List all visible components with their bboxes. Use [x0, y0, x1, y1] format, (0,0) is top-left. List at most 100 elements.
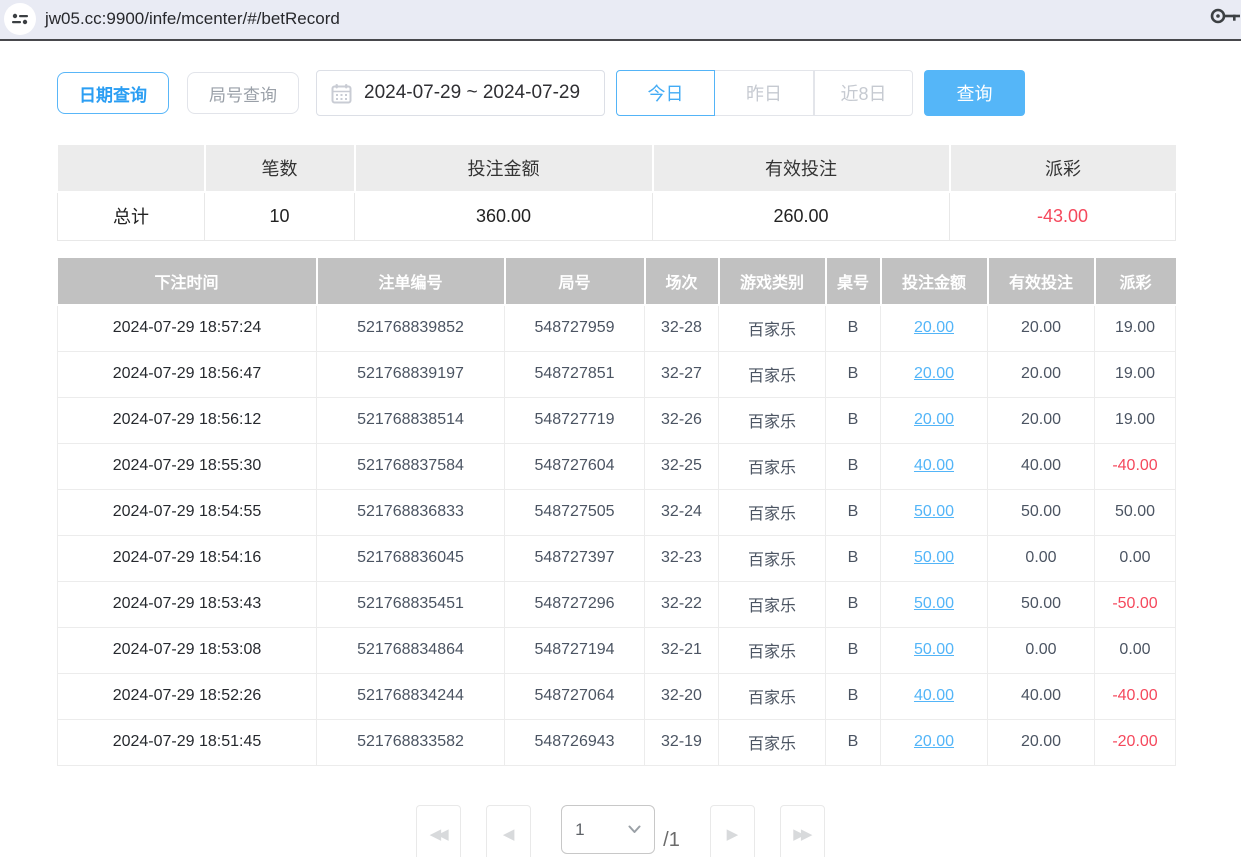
cell-payout: -50.00	[1095, 581, 1176, 627]
cell-valid-bet: 40.00	[988, 443, 1095, 489]
cell-session: 32-26	[645, 397, 719, 443]
cell-game-type: 百家乐	[719, 627, 826, 673]
cell-round-no: 548727851	[505, 351, 645, 397]
tune-icon[interactable]	[4, 3, 36, 35]
url-text[interactable]: jw05.cc:9900/infe/mcenter/#/betRecord	[45, 9, 1209, 29]
cell-bet-time: 2024-07-29 18:56:47	[58, 351, 317, 397]
cell-game-type: 百家乐	[719, 673, 826, 719]
summary-table: 笔数 投注金额 有效投注 派彩 总计 10 360.00 260.00 -43.…	[57, 145, 1176, 241]
left-arrow-icon: ◀	[503, 825, 515, 843]
cell-valid-bet: 20.00	[988, 397, 1095, 443]
bet-amount-link[interactable]: 20.00	[914, 411, 954, 428]
bet-table-row: 2024-07-29 18:52:26 521768834244 5487270…	[58, 673, 1176, 719]
cell-table-no: B	[826, 351, 881, 397]
bet-table-row: 2024-07-29 18:51:45 521768833582 5487269…	[58, 719, 1176, 765]
cell-bet-time: 2024-07-29 18:54:55	[58, 489, 317, 535]
date-range-value: 2024-07-29 ~ 2024-07-29	[364, 82, 580, 104]
right-arrow-icon: ▶	[727, 825, 739, 843]
date-range-input[interactable]: 2024-07-29 ~ 2024-07-29	[316, 70, 605, 116]
key-icon[interactable]	[1209, 6, 1241, 31]
cell-game-type: 百家乐	[719, 581, 826, 627]
cell-valid-bet: 20.00	[988, 305, 1095, 351]
summary-total-label: 总计	[58, 192, 205, 240]
bet-amount-link[interactable]: 20.00	[914, 733, 954, 750]
cell-session: 32-28	[645, 305, 719, 351]
cell-payout: -20.00	[1095, 719, 1176, 765]
bet-amount-link[interactable]: 20.00	[914, 319, 954, 336]
summary-header-bet-amount: 投注金额	[355, 145, 653, 192]
bet-amount-link[interactable]: 50.00	[914, 641, 954, 658]
cell-round-no: 548727719	[505, 397, 645, 443]
cell-round-no: 548727194	[505, 627, 645, 673]
search-button[interactable]: 查询	[924, 70, 1025, 116]
bet-amount-link[interactable]: 40.00	[914, 687, 954, 704]
cell-bet-time: 2024-07-29 18:56:12	[58, 397, 317, 443]
cell-session: 32-21	[645, 627, 719, 673]
cell-round-no: 548727397	[505, 535, 645, 581]
col-header-game: 游戏类别	[719, 258, 826, 305]
summary-header-row: 笔数 投注金额 有效投注 派彩	[58, 145, 1176, 192]
cell-table-no: B	[826, 443, 881, 489]
page-select[interactable]: 1	[561, 805, 655, 854]
cell-game-type: 百家乐	[719, 397, 826, 443]
cell-session: 32-25	[645, 443, 719, 489]
cell-payout: 0.00	[1095, 535, 1176, 581]
bet-amount-link[interactable]: 50.00	[914, 595, 954, 612]
cell-bet-amount: 20.00	[881, 719, 988, 765]
col-header-round-no: 局号	[505, 258, 645, 305]
summary-header-valid-bet: 有效投注	[653, 145, 950, 192]
bet-table-row: 2024-07-29 18:53:08 521768834864 5487271…	[58, 627, 1176, 673]
col-header-bet-no: 注单编号	[317, 258, 505, 305]
cell-payout: -40.00	[1095, 673, 1176, 719]
last-page-button[interactable]: ▶▶	[780, 805, 825, 857]
cell-bet-no: 521768836045	[317, 535, 505, 581]
bet-amount-link[interactable]: 20.00	[914, 365, 954, 382]
cell-bet-amount: 40.00	[881, 443, 988, 489]
cell-valid-bet: 40.00	[988, 673, 1095, 719]
cell-session: 32-20	[645, 673, 719, 719]
cell-payout: 19.00	[1095, 305, 1176, 351]
cell-bet-no: 521768838514	[317, 397, 505, 443]
last8days-button[interactable]: 近8日	[814, 70, 913, 116]
bet-table-row: 2024-07-29 18:54:16 521768836045 5487273…	[58, 535, 1176, 581]
cell-bet-amount: 50.00	[881, 535, 988, 581]
cell-bet-amount: 20.00	[881, 397, 988, 443]
yesterday-button[interactable]: 昨日	[715, 70, 814, 116]
cell-table-no: B	[826, 305, 881, 351]
bet-amount-link[interactable]: 50.00	[914, 503, 954, 520]
cell-bet-time: 2024-07-29 18:52:26	[58, 673, 317, 719]
bet-table-header-row: 下注时间 注单编号 局号 场次 游戏类别 桌号 投注金额 有效投注 派彩	[58, 258, 1176, 305]
bet-amount-link[interactable]: 50.00	[914, 549, 954, 566]
tab-round-query[interactable]: 局号查询	[187, 72, 299, 114]
cell-session: 32-19	[645, 719, 719, 765]
cell-round-no: 548726943	[505, 719, 645, 765]
cell-payout: 19.00	[1095, 351, 1176, 397]
bet-amount-link[interactable]: 40.00	[914, 457, 954, 474]
today-button[interactable]: 今日	[616, 70, 715, 116]
cell-session: 32-23	[645, 535, 719, 581]
first-page-button[interactable]: ◀◀	[416, 805, 461, 857]
summary-valid-bet-value: 260.00	[653, 192, 950, 240]
cell-round-no: 548727064	[505, 673, 645, 719]
cell-game-type: 百家乐	[719, 443, 826, 489]
summary-header-blank	[58, 145, 205, 192]
summary-header-count: 笔数	[205, 145, 355, 192]
double-left-arrow-icon: ◀◀	[430, 825, 445, 843]
cell-valid-bet: 20.00	[988, 719, 1095, 765]
bet-table-row: 2024-07-29 18:54:55 521768836833 5487275…	[58, 489, 1176, 535]
bet-table-row: 2024-07-29 18:56:12 521768838514 5487277…	[58, 397, 1176, 443]
prev-page-button[interactable]: ◀	[486, 805, 531, 857]
cell-valid-bet: 0.00	[988, 627, 1095, 673]
tune-icon-glyph	[11, 10, 29, 28]
cell-session: 32-24	[645, 489, 719, 535]
summary-payout-value: -43.00	[950, 192, 1176, 240]
cell-bet-amount: 50.00	[881, 489, 988, 535]
col-header-time: 下注时间	[58, 258, 317, 305]
tab-date-query[interactable]: 日期查询	[57, 72, 169, 114]
next-page-button[interactable]: ▶	[710, 805, 755, 857]
page-select-value: 1	[575, 820, 584, 840]
cell-valid-bet: 0.00	[988, 535, 1095, 581]
cell-bet-time: 2024-07-29 18:55:30	[58, 443, 317, 489]
cell-game-type: 百家乐	[719, 489, 826, 535]
cell-game-type: 百家乐	[719, 305, 826, 351]
